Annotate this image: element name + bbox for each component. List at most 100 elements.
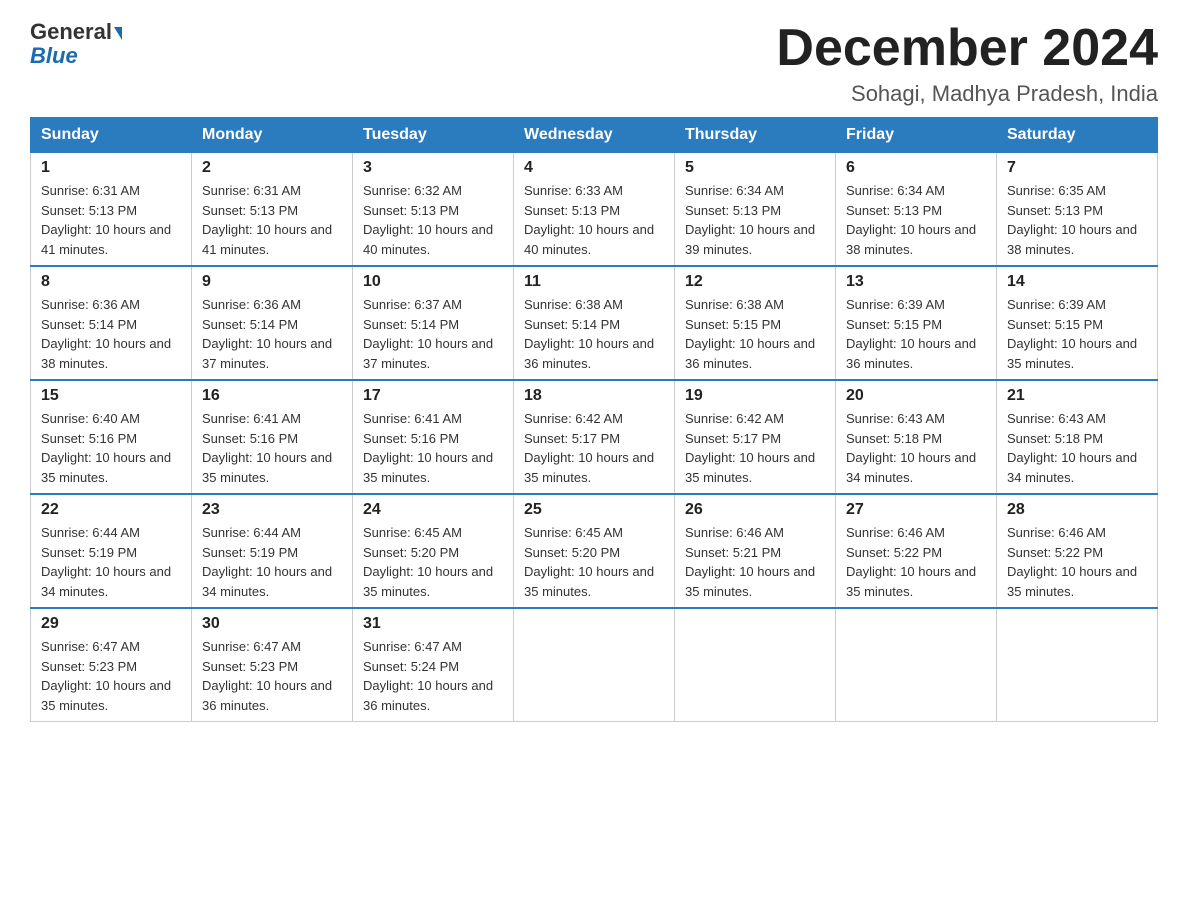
day-number: 1	[41, 159, 181, 177]
col-thursday: Thursday	[675, 118, 836, 153]
calendar-table: Sunday Monday Tuesday Wednesday Thursday…	[30, 117, 1158, 722]
day-number: 31	[363, 615, 503, 633]
day-number: 24	[363, 501, 503, 519]
table-row: 19 Sunrise: 6:42 AMSunset: 5:17 PMDayligh…	[675, 380, 836, 494]
day-number: 9	[202, 273, 342, 291]
day-info: Sunrise: 6:47 AMSunset: 5:23 PMDaylight:…	[202, 637, 342, 715]
day-info: Sunrise: 6:34 AMSunset: 5:13 PMDaylight:…	[685, 181, 825, 259]
table-row	[514, 608, 675, 722]
day-info: Sunrise: 6:47 AMSunset: 5:24 PMDaylight:…	[363, 637, 503, 715]
day-number: 17	[363, 387, 503, 405]
day-info: Sunrise: 6:36 AMSunset: 5:14 PMDaylight:…	[202, 295, 342, 373]
day-number: 16	[202, 387, 342, 405]
day-info: Sunrise: 6:46 AMSunset: 5:21 PMDaylight:…	[685, 523, 825, 601]
table-row: 1Sunrise: 6:31 AMSunset: 5:13 PMDaylight…	[31, 153, 192, 267]
day-info: Sunrise: 6:44 AMSunset: 5:19 PMDaylight:…	[41, 523, 181, 601]
day-number: 28	[1007, 501, 1147, 519]
day-info: Sunrise: 6:39 AMSunset: 5:15 PMDaylight:…	[1007, 295, 1147, 373]
day-number: 23	[202, 501, 342, 519]
day-info: Sunrise: 6:46 AMSunset: 5:22 PMDaylight:…	[846, 523, 986, 601]
table-row: 27 Sunrise: 6:46 AMSunset: 5:22 PMDayligh…	[836, 494, 997, 608]
day-number: 3	[363, 159, 503, 177]
day-number: 5	[685, 159, 825, 177]
table-row: 13 Sunrise: 6:39 AMSunset: 5:15 PMDayligh…	[836, 266, 997, 380]
day-info: Sunrise: 6:40 AMSunset: 5:16 PMDaylight:…	[41, 409, 181, 487]
table-row: 6 Sunrise: 6:34 AMSunset: 5:13 PMDaylight…	[836, 153, 997, 267]
table-row: 29Sunrise: 6:47 AMSunset: 5:23 PMDayligh…	[31, 608, 192, 722]
day-number: 12	[685, 273, 825, 291]
table-row: 14 Sunrise: 6:39 AMSunset: 5:15 PMDayligh…	[997, 266, 1158, 380]
location-subtitle: Sohagi, Madhya Pradesh, India	[776, 81, 1158, 107]
day-number: 27	[846, 501, 986, 519]
table-row: 8Sunrise: 6:36 AMSunset: 5:14 PMDaylight…	[31, 266, 192, 380]
table-row: 4Sunrise: 6:33 AMSunset: 5:13 PMDaylight…	[514, 153, 675, 267]
header: General Blue December 2024 Sohagi, Madhy…	[30, 20, 1158, 107]
day-number: 25	[524, 501, 664, 519]
table-row: 2 Sunrise: 6:31 AMSunset: 5:13 PMDaylight…	[192, 153, 353, 267]
calendar-week-row: 15 Sunrise: 6:40 AMSunset: 5:16 PMDayligh…	[31, 380, 1158, 494]
table-row: 7 Sunrise: 6:35 AMSunset: 5:13 PMDaylight…	[997, 153, 1158, 267]
day-info: Sunrise: 6:38 AMSunset: 5:15 PMDaylight:…	[685, 295, 825, 373]
day-info: Sunrise: 6:41 AMSunset: 5:16 PMDaylight:…	[363, 409, 503, 487]
table-row: 11Sunrise: 6:38 AMSunset: 5:14 PMDayligh…	[514, 266, 675, 380]
day-number: 19	[685, 387, 825, 405]
calendar-week-row: 22Sunrise: 6:44 AMSunset: 5:19 PMDayligh…	[31, 494, 1158, 608]
logo-triangle	[114, 27, 122, 40]
day-info: Sunrise: 6:37 AMSunset: 5:14 PMDaylight:…	[363, 295, 503, 373]
table-row: 25Sunrise: 6:45 AMSunset: 5:20 PMDayligh…	[514, 494, 675, 608]
day-number: 7	[1007, 159, 1147, 177]
day-info: Sunrise: 6:42 AMSunset: 5:17 PMDaylight:…	[685, 409, 825, 487]
page-container: General Blue December 2024 Sohagi, Madhy…	[30, 20, 1158, 722]
day-info: Sunrise: 6:47 AMSunset: 5:23 PMDaylight:…	[41, 637, 181, 715]
calendar-week-row: 1 Sunrise: 6:31 AMSunset: 5:13 PMDaylight…	[31, 153, 1158, 267]
day-number: 26	[685, 501, 825, 519]
day-info: Sunrise: 6:39 AMSunset: 5:15 PMDaylight:…	[846, 295, 986, 373]
table-row	[836, 608, 997, 722]
day-info: Sunrise: 6:41 AMSunset: 5:16 PMDaylight:…	[202, 409, 342, 487]
table-row: 21Sunrise: 6:43 AMSunset: 5:18 PMDayligh…	[997, 380, 1158, 494]
day-info: Sunrise: 6:44 AMSunset: 5:19 PMDaylight:…	[202, 523, 342, 601]
day-info: Sunrise: 6:31 AMSunset: 5:13 PMDaylight:…	[202, 181, 342, 259]
calendar-week-row: 8Sunrise: 6:36 AMSunset: 5:14 PMDaylight…	[31, 266, 1158, 380]
day-number: 30	[202, 615, 342, 633]
logo-area: General Blue	[30, 20, 122, 68]
logo-blue: Blue	[30, 43, 78, 68]
col-friday: Friday	[836, 118, 997, 153]
month-title: December 2024	[776, 20, 1158, 77]
title-area: December 2024 Sohagi, Madhya Pradesh, In…	[776, 20, 1158, 107]
table-row: 20 Sunrise: 6:43 AMSunset: 5:18 PMDayligh…	[836, 380, 997, 494]
table-row: 9 Sunrise: 6:36 AMSunset: 5:14 PMDaylight…	[192, 266, 353, 380]
day-info: Sunrise: 6:32 AMSunset: 5:13 PMDaylight:…	[363, 181, 503, 259]
day-number: 20	[846, 387, 986, 405]
table-row	[997, 608, 1158, 722]
table-row: 5 Sunrise: 6:34 AMSunset: 5:13 PMDaylight…	[675, 153, 836, 267]
table-row: 24Sunrise: 6:45 AMSunset: 5:20 PMDayligh…	[353, 494, 514, 608]
col-saturday: Saturday	[997, 118, 1158, 153]
day-number: 18	[524, 387, 664, 405]
table-row	[675, 608, 836, 722]
calendar-header-row: Sunday Monday Tuesday Wednesday Thursday…	[31, 118, 1158, 153]
table-row: 15 Sunrise: 6:40 AMSunset: 5:16 PMDayligh…	[31, 380, 192, 494]
col-sunday: Sunday	[31, 118, 192, 153]
day-number: 15	[41, 387, 181, 405]
table-row: 22Sunrise: 6:44 AMSunset: 5:19 PMDayligh…	[31, 494, 192, 608]
day-number: 6	[846, 159, 986, 177]
table-row: 31 Sunrise: 6:47 AMSunset: 5:24 PMDayligh…	[353, 608, 514, 722]
day-info: Sunrise: 6:43 AMSunset: 5:18 PMDaylight:…	[846, 409, 986, 487]
table-row: 16 Sunrise: 6:41 AMSunset: 5:16 PMDayligh…	[192, 380, 353, 494]
day-info: Sunrise: 6:34 AMSunset: 5:13 PMDaylight:…	[846, 181, 986, 259]
logo: General Blue	[30, 20, 122, 68]
day-info: Sunrise: 6:43 AMSunset: 5:18 PMDaylight:…	[1007, 409, 1147, 487]
day-number: 13	[846, 273, 986, 291]
table-row: 23 Sunrise: 6:44 AMSunset: 5:19 PMDayligh…	[192, 494, 353, 608]
day-info: Sunrise: 6:35 AMSunset: 5:13 PMDaylight:…	[1007, 181, 1147, 259]
day-number: 14	[1007, 273, 1147, 291]
day-info: Sunrise: 6:38 AMSunset: 5:14 PMDaylight:…	[524, 295, 664, 373]
day-number: 2	[202, 159, 342, 177]
table-row: 30 Sunrise: 6:47 AMSunset: 5:23 PMDayligh…	[192, 608, 353, 722]
col-monday: Monday	[192, 118, 353, 153]
table-row: 10 Sunrise: 6:37 AMSunset: 5:14 PMDayligh…	[353, 266, 514, 380]
day-number: 10	[363, 273, 503, 291]
day-info: Sunrise: 6:46 AMSunset: 5:22 PMDaylight:…	[1007, 523, 1147, 601]
day-info: Sunrise: 6:42 AMSunset: 5:17 PMDaylight:…	[524, 409, 664, 487]
